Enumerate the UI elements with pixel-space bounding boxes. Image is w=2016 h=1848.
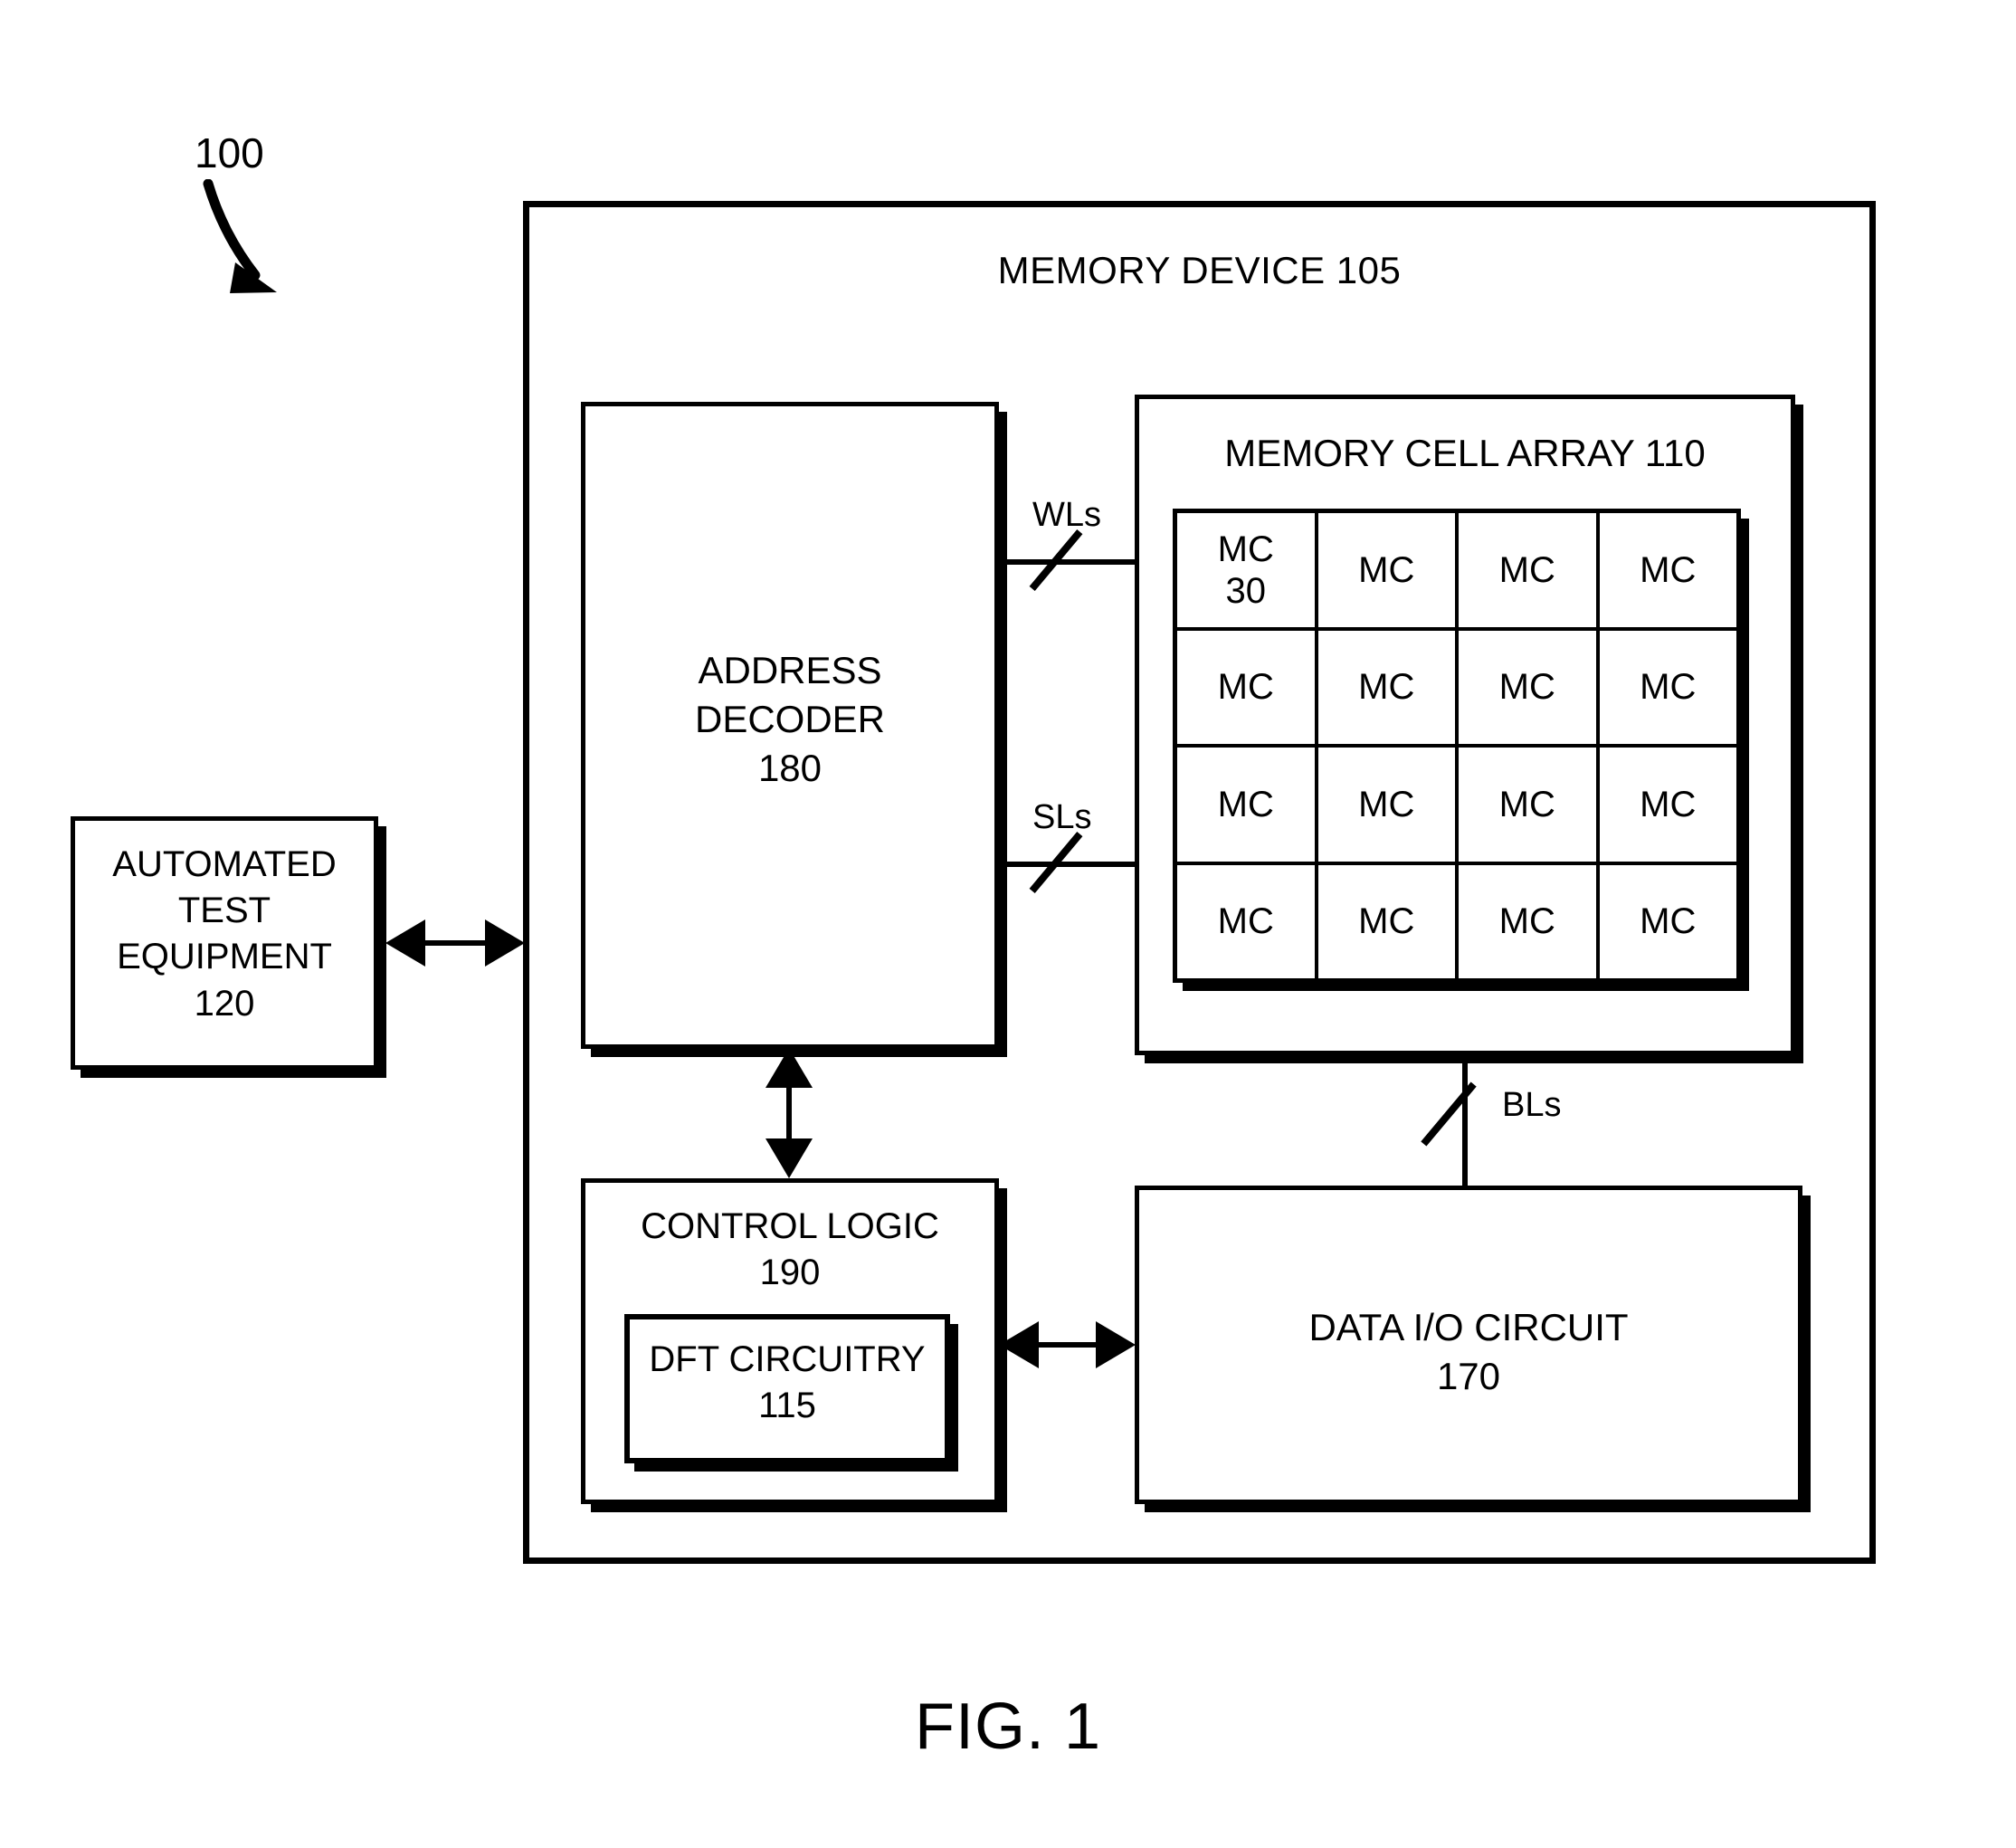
control-dataio-link-line — [1034, 1342, 1096, 1348]
lead-arrow-icon — [203, 179, 277, 293]
memory-cell: MC — [1317, 513, 1455, 627]
memory-cell: MC — [1317, 864, 1455, 978]
memory-cell: MC 30 — [1177, 513, 1315, 627]
control-dataio-arrow-left-icon — [999, 1321, 1039, 1368]
decoder-control-arrow-down-icon — [766, 1138, 813, 1178]
memory-cell: MC — [1599, 513, 1736, 627]
data-io-circuit-label: DATA I/O CIRCUIT 170 — [1308, 1306, 1629, 1397]
memory-cell: MC — [1317, 748, 1455, 862]
reference-numeral-100: 100 — [195, 129, 264, 176]
memory-cell-array-title: MEMORY CELL ARRAY 110 — [1224, 432, 1706, 474]
control-logic-label: CONTROL LOGIC 190 — [641, 1206, 939, 1293]
memory-device-title: MEMORY DEVICE 105 — [997, 249, 1402, 291]
sl-bus-line — [999, 862, 1139, 867]
ate-device-arrow-left-icon — [385, 919, 425, 967]
memory-cell: MC — [1459, 513, 1596, 627]
control-dataio-arrow-right-icon — [1096, 1321, 1136, 1368]
wl-bus-line — [999, 559, 1139, 565]
memory-cell: MC — [1177, 748, 1315, 862]
figure-caption: FIG. 1 — [914, 1691, 1102, 1763]
memory-cell: MC — [1459, 748, 1596, 862]
automated-test-equipment-label: AUTOMATED TEST EQUIPMENT 120 — [112, 844, 337, 1024]
wl-bus-label: WLs — [1032, 496, 1101, 534]
memory-cell-grid: MC 30 MC MC MC MC MC MC MC MC MC MC MC MC MC MC MC — [1173, 509, 1741, 983]
memory-cell: MC — [1177, 864, 1315, 978]
sl-bus-label: SLs — [1032, 798, 1092, 836]
bl-bus-label: BLs — [1502, 1086, 1562, 1124]
memory-cell: MC — [1459, 864, 1596, 978]
figure-canvas: 100 MEMORY DEVICE 105 ADDRESS DECODER 18… — [0, 0, 2016, 1848]
memory-cell: MC — [1599, 864, 1736, 978]
memory-cell: MC — [1177, 630, 1315, 744]
ate-device-link-line — [422, 940, 485, 946]
bl-bus-line — [1462, 1055, 1468, 1187]
memory-cell: MC — [1599, 630, 1736, 744]
decoder-control-arrow-up-icon — [766, 1048, 813, 1088]
address-decoder-label: ADDRESS DECODER 180 — [694, 649, 886, 789]
memory-cell: MC — [1317, 630, 1455, 744]
ate-device-arrow-right-icon — [485, 919, 525, 967]
dft-circuitry-label: DFT CIRCUITRY 115 — [649, 1339, 926, 1426]
memory-cell: MC — [1599, 748, 1736, 862]
memory-cell: MC — [1459, 630, 1596, 744]
